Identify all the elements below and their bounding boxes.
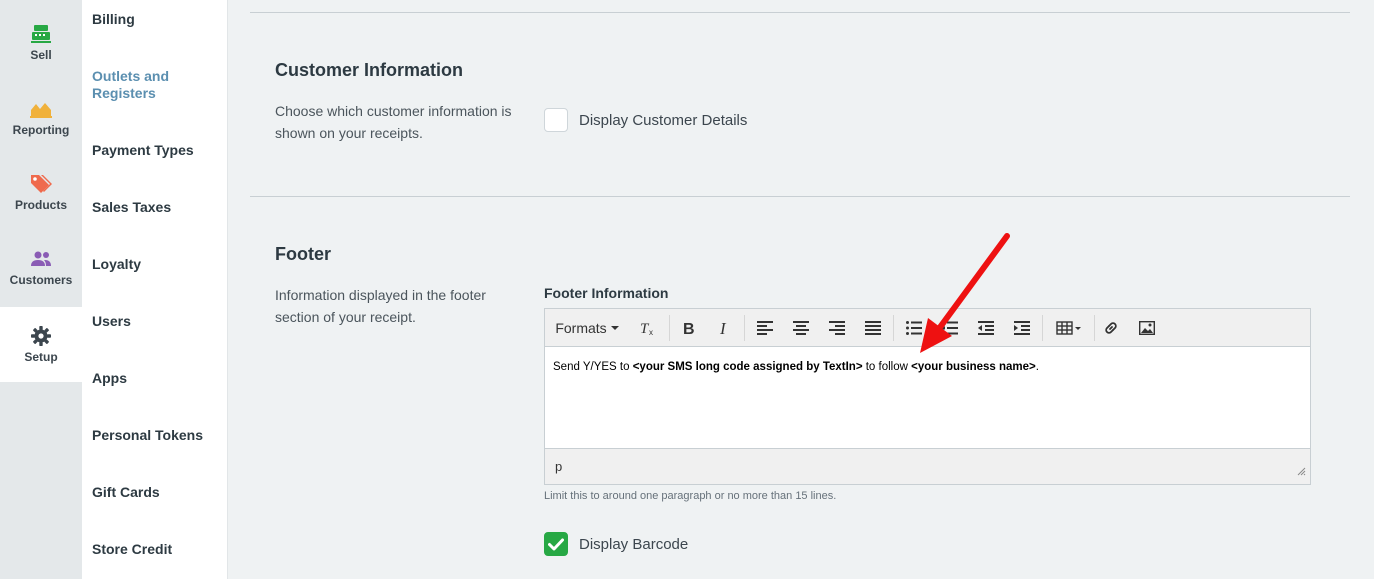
svg-text:B: B [683,321,695,336]
editor-content[interactable]: Send Y/YES to <your SMS long code assign… [553,361,1039,373]
editor-statusbar: p [545,448,1310,484]
content-text: to follow [862,361,912,373]
align-justify-icon[interactable] [861,316,885,340]
editor-toolbar: Formats Tx B I [545,309,1310,347]
toolbar-separator [1094,315,1095,341]
toolbar-separator [893,315,894,341]
italic-icon[interactable]: I [712,316,736,340]
customer-info-description: Choose which customer information is sho… [275,103,512,141]
content-bold-text: <your SMS long code assigned by TextIn> [632,361,863,373]
nav-setup-label: Setup [24,350,58,364]
footer-information-label: Footer Information [544,285,669,301]
setup-menu: Billing Outlets and Registers Payment Ty… [82,0,228,579]
chevron-down-icon [610,326,619,330]
nav-customers[interactable]: Customers [0,230,82,305]
chart-area-icon [30,98,52,120]
table-icon[interactable] [1052,316,1086,340]
display-customer-details-checkbox[interactable] [544,108,568,132]
outdent-icon[interactable] [974,316,998,340]
menu-item-payment-types[interactable]: Payment Types [92,142,222,159]
numbered-list-icon[interactable] [938,316,962,340]
app-nav-rail: Sell Reporting Products Customers Setup [0,0,82,579]
menu-item-sales-taxes[interactable]: Sales Taxes [92,199,222,216]
content-text: Send Y/YES to [553,361,633,373]
menu-item-personal-tokens[interactable]: Personal Tokens [92,427,222,444]
display-barcode-label[interactable]: Display Barcode [579,536,688,553]
footer-description: Information displayed in the footer sect… [275,287,486,325]
align-center-icon[interactable] [789,316,813,340]
align-right-icon[interactable] [825,316,849,340]
element-path[interactable]: p [555,459,562,474]
nav-sell-label: Sell [30,48,52,62]
toolbar-separator [1042,315,1043,341]
resize-handle-icon[interactable] [1296,463,1306,481]
nav-reporting[interactable]: Reporting [0,80,82,155]
indent-icon[interactable] [1010,316,1034,340]
content-text: . [1035,361,1039,373]
section-divider [250,196,1350,197]
nav-products-label: Products [14,198,67,212]
bold-icon[interactable]: B [676,316,700,340]
gear-icon [30,325,52,347]
nav-reporting-label: Reporting [12,123,70,137]
users-icon [30,248,52,270]
customer-info-title: Customer Information [275,60,464,80]
menu-item-outlets-and-registers[interactable]: Outlets and Registers [92,68,222,102]
menu-item-apps[interactable]: Apps [92,370,222,387]
menu-item-billing[interactable]: Billing [92,11,222,28]
tags-icon [30,173,52,195]
clear-formatting-icon[interactable]: Tx [636,316,660,340]
svg-text:x: x [649,328,653,336]
display-barcode-checkbox[interactable] [544,532,568,556]
bullet-list-icon[interactable] [902,316,926,340]
checkmark-icon [548,538,564,550]
footer-hint-text: Limit this to around one paragraph or no… [544,490,837,502]
nav-customers-label: Customers [9,273,73,287]
toolbar-separator [744,315,745,341]
nav-setup[interactable]: Setup [0,307,82,382]
menu-item-users[interactable]: Users [92,313,222,330]
image-icon[interactable] [1135,316,1159,340]
menu-item-gift-cards[interactable]: Gift Cards [92,484,222,501]
main-content: Customer Information Choose which custom… [228,0,1374,579]
content-bold-text: <your business name> [911,361,1036,373]
formats-label: Formats [555,320,607,336]
menu-item-store-credit[interactable]: Store Credit [92,541,222,558]
register-icon [30,23,52,45]
menu-item-loyalty[interactable]: Loyalty [92,256,222,273]
section-divider [250,12,1350,13]
display-customer-details-label[interactable]: Display Customer Details [579,112,747,129]
toolbar-separator [669,315,670,341]
link-icon[interactable] [1099,316,1123,340]
align-left-icon[interactable] [753,316,777,340]
nav-products[interactable]: Products [0,155,82,230]
footer-title: Footer [275,244,331,264]
svg-text:I: I [719,320,727,336]
nav-sell[interactable]: Sell [0,5,82,80]
formats-dropdown[interactable]: Formats [553,316,621,340]
footer-rich-text-editor[interactable]: Formats Tx B I Send Y/YES to <your SMS l… [544,308,1311,485]
